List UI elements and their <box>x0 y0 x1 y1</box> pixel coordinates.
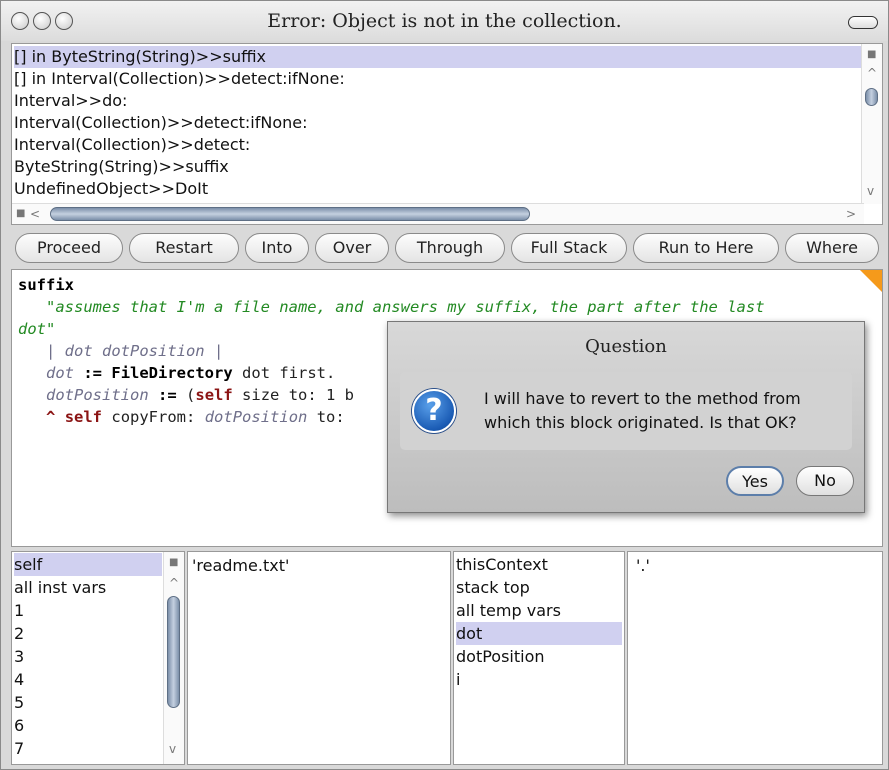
yes-button[interactable]: Yes <box>726 466 784 496</box>
dialog-message-line: I will have to revert to the method from <box>484 389 801 408</box>
code-self-keyword: self <box>64 408 103 426</box>
code-return: ^ <box>46 408 56 426</box>
stack-item[interactable]: Interval(Collection)>>detect:ifNone: <box>14 112 308 134</box>
receiver-value-pane[interactable]: 'readme.txt' <box>187 551 451 765</box>
code-text: ( <box>186 386 196 404</box>
scroll-menu-icon[interactable]: ■ <box>16 207 25 221</box>
dialog-message: I will have to revert to the method from… <box>484 387 850 435</box>
dialog-title: Question <box>585 336 667 357</box>
receiver-vertical-scrollbar[interactable]: ■ ^ v <box>163 552 184 764</box>
scroll-right-icon[interactable]: > <box>846 207 856 221</box>
scroll-menu-icon[interactable]: ■ <box>169 556 178 570</box>
stack-list[interactable]: [] in ByteString(String)>>suffix [] in I… <box>11 43 883 225</box>
window-title: Error: Object is not in the collection. <box>267 10 622 32</box>
stack-item[interactable]: Interval(Collection)>>detect: <box>14 134 250 156</box>
stack-item[interactable]: Interval>>do: <box>14 90 127 112</box>
stack-horizontal-scroll-thumb[interactable] <box>50 207 530 221</box>
list-item[interactable]: i <box>456 668 460 691</box>
restart-button[interactable]: Restart <box>129 233 239 263</box>
no-button[interactable]: No <box>796 466 854 496</box>
code-assign: := <box>158 386 177 404</box>
method-comment: "assumes that I'm a file name, and answe… <box>46 298 765 316</box>
receiver-value: 'readme.txt' <box>192 556 290 575</box>
scroll-down-icon[interactable]: v <box>169 742 176 756</box>
scroll-left-icon[interactable]: < <box>30 207 40 221</box>
stack-item[interactable]: [] in Interval(Collection)>>detect:ifNon… <box>14 68 345 90</box>
full-stack-button[interactable]: Full Stack <box>511 233 627 263</box>
stack-vertical-scrollbar[interactable]: ■ ^ v <box>861 44 882 204</box>
list-item[interactable]: self <box>14 553 162 576</box>
over-button[interactable]: Over <box>315 233 389 263</box>
list-item[interactable]: thisContext <box>456 553 548 576</box>
context-value: '.' <box>636 556 650 575</box>
code-text: size to: 1 b <box>242 386 355 404</box>
list-item[interactable]: 8 <box>14 760 24 764</box>
context-field-list[interactable]: thisContext stack top all temp vars dot … <box>453 551 625 765</box>
scroll-menu-icon[interactable]: ■ <box>867 48 876 62</box>
list-item[interactable]: all inst vars <box>14 576 106 599</box>
list-item[interactable]: dotPosition <box>456 645 545 668</box>
dialog-message-line: which this block originated. Is that OK? <box>484 413 797 432</box>
receiver-field-list[interactable]: self all inst vars 1 2 3 4 5 6 7 8 ■ ^ v <box>11 551 185 765</box>
stack-item[interactable]: [] in ByteString(String)>>suffix <box>14 46 862 68</box>
question-dialog: Question ? I will have to revert to the … <box>387 321 865 513</box>
list-item[interactable]: 7 <box>14 737 24 760</box>
question-icon: ? <box>412 389 456 433</box>
list-item[interactable]: 4 <box>14 668 24 691</box>
method-name: suffix <box>18 276 74 294</box>
list-item[interactable]: stack top <box>456 576 530 599</box>
code-variable: dotPosition <box>46 386 149 404</box>
stack-item[interactable]: UndefinedObject>>DoIt <box>14 178 208 200</box>
title-bar[interactable]: Error: Object is not in the collection. <box>1 1 888 41</box>
stack-item[interactable]: ByteString(String)>>suffix <box>14 156 229 178</box>
context-value-pane[interactable]: '.' <box>627 551 883 765</box>
code-variable: dot <box>46 364 74 382</box>
code-class-name: FileDirectory <box>111 364 233 382</box>
list-item[interactable]: 2 <box>14 622 24 645</box>
debugger-window: Error: Object is not in the collection. … <box>0 0 889 770</box>
list-item[interactable]: all temp vars <box>456 599 561 622</box>
through-button[interactable]: Through <box>395 233 505 263</box>
dialog-message-area: ? I will have to revert to the method fr… <box>400 372 852 450</box>
scroll-up-icon[interactable]: ^ <box>169 576 179 590</box>
into-button[interactable]: Into <box>245 233 309 263</box>
list-item[interactable]: 5 <box>14 691 24 714</box>
code-assign: := <box>83 364 103 382</box>
code-text: copyFrom: <box>111 408 196 426</box>
temp-declaration: | dot dotPosition | <box>46 342 224 360</box>
list-item[interactable]: 1 <box>14 599 24 622</box>
collapse-window-icon[interactable] <box>848 16 878 29</box>
code-variable: dotPosition <box>204 408 308 426</box>
list-item[interactable]: 3 <box>14 645 24 668</box>
scroll-up-icon[interactable]: ^ <box>867 66 877 80</box>
list-item[interactable]: 6 <box>14 714 24 737</box>
debugger-button-bar: Proceed Restart Into Over Through Full S… <box>11 231 883 265</box>
where-button[interactable]: Where <box>785 233 879 263</box>
run-to-here-button[interactable]: Run to Here <box>633 233 779 263</box>
scroll-down-icon[interactable]: v <box>867 184 874 198</box>
code-text: to: <box>316 408 345 426</box>
stack-horizontal-scrollbar[interactable]: ■ < > <box>12 203 864 224</box>
method-comment: dot" <box>18 320 56 338</box>
list-item[interactable]: dot <box>456 622 622 645</box>
code-self-keyword: self <box>195 386 233 404</box>
stack-vertical-scroll-thumb[interactable] <box>865 88 878 106</box>
receiver-vertical-scroll-thumb[interactable] <box>167 596 180 708</box>
code-text: dot first. <box>242 364 336 382</box>
proceed-button[interactable]: Proceed <box>15 233 123 263</box>
unsaved-changes-corner-icon <box>860 270 882 292</box>
